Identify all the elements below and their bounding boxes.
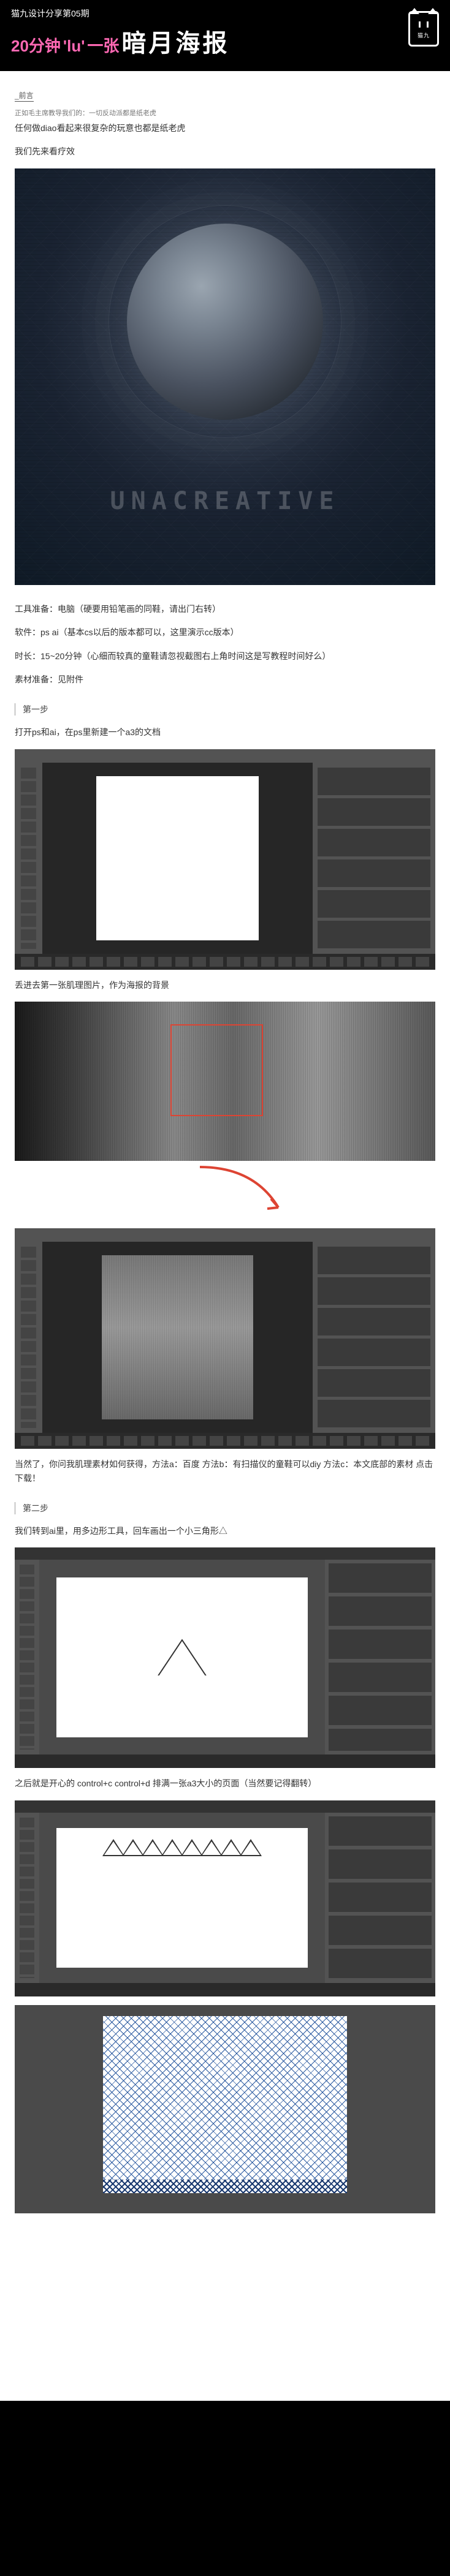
ps-screenshot-texture: [15, 1228, 435, 1449]
ai-screenshot-triangle: [15, 1547, 435, 1768]
triangle-pattern-fill: [103, 2016, 347, 2194]
step2-text2: 之后就是开心的 control+c control+d 排满一张a3大小的页面（…: [15, 1777, 435, 1790]
foreword-line2: 我们先来看疗效: [15, 145, 435, 158]
moon-graphic: [127, 224, 323, 420]
arrow-icon: [193, 1162, 303, 1223]
dock-icon: [15, 954, 435, 970]
title-row: 20分钟 'lu' 一张 暗月海报: [11, 23, 439, 59]
poster-text: UNACREATIVE: [110, 487, 340, 515]
texture-source-image: [15, 1002, 435, 1161]
hero-poster-image: UNACREATIVE: [15, 168, 435, 585]
step1-text2: 丢进去第一张肌理图片，作为海报的背景: [15, 978, 435, 992]
time-pink: 20分钟: [11, 34, 61, 56]
prep-assets: 素材准备：见附件: [15, 673, 435, 686]
ai-panels-icon: [325, 1813, 435, 1983]
ps-toolbar-icon: [15, 1242, 42, 1433]
prep-time: 时长：15~20分钟（心细而较真的童鞋请忽视截图右上角时间这是写教程时间好么）: [15, 649, 435, 663]
content-area: _前言 正如毛主席教导我们的：一切反动派都是纸老虎 任何做diao看起来很复杂的…: [0, 73, 450, 2401]
ai-toolbar-icon: [15, 1813, 39, 1983]
ai-screenshot-row: [15, 1800, 435, 1996]
foreword-line1: 任何做diao看起来很复杂的玩意也都是纸老虎: [15, 121, 435, 135]
ps-toolbar-icon: [15, 763, 42, 954]
crop-highlight-box: [170, 1024, 263, 1117]
pattern-result-image: [15, 2005, 435, 2213]
step1-label: 第一步: [15, 703, 435, 716]
step2-label: 第二步: [15, 1502, 435, 1514]
arrow-zone: [15, 1169, 435, 1220]
main-title: 暗月海报: [121, 23, 229, 59]
dock-icon: [15, 1754, 435, 1768]
prep-tools: 工具准备：电脑（硬要用铅笔画的同鞋，请出门右转）: [15, 602, 435, 616]
cat-logo-icon: 猫九: [408, 11, 439, 47]
step1-text1: 打开ps和ai，在ps里新建一个a3的文档: [15, 725, 435, 739]
lu-pink: 'lu': [63, 37, 85, 56]
logo-text: 猫九: [418, 31, 430, 39]
step2-text1: 我们转到ai里，用多边形工具，回车画出一个小三角形△: [15, 1524, 435, 1538]
ps-panels-icon: [313, 763, 435, 954]
ai-panels-icon: [325, 1560, 435, 1754]
dock-icon: [15, 1983, 435, 1996]
blank-a3-doc: [96, 776, 259, 940]
header: 猫九设计分享第05期 20分钟 'lu' 一张 暗月海报 猫九: [0, 0, 450, 73]
one-sheet: 一张: [87, 34, 119, 56]
triangle-row: [104, 1839, 261, 1856]
prep-software: 软件：ps ai（基本cs以后的版本都可以，这里演示cc版本）: [15, 625, 435, 639]
texture-on-canvas: [102, 1255, 253, 1419]
foreword-label: _前言: [15, 90, 34, 102]
ps-panels-icon: [313, 1242, 435, 1433]
ps-screenshot-newdoc: [15, 749, 435, 970]
issue-number: 猫九设计分享第05期: [11, 7, 439, 20]
step1-text3: 当然了，你问我肌理素材如何获得，方法a：百度 方法b：有扫描仪的童鞋可以diy …: [15, 1457, 435, 1485]
dock-icon: [15, 1433, 435, 1449]
single-triangle-shape: [158, 1639, 207, 1675]
foreword-quote: 正如毛主席教导我们的：一切反动派都是纸老虎: [15, 108, 435, 118]
ai-toolbar-icon: [15, 1560, 39, 1754]
